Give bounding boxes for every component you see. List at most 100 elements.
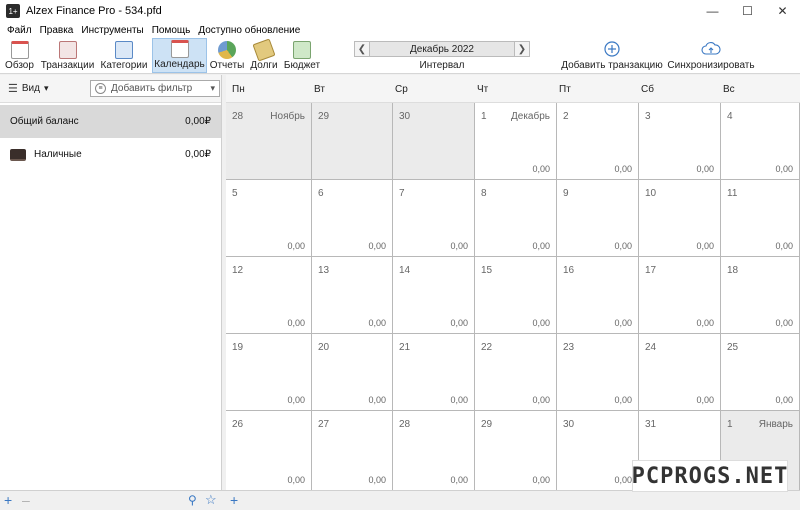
day-number: 15 — [481, 265, 493, 276]
menu-update[interactable]: Доступно обновление — [194, 25, 304, 36]
overview-icon — [10, 41, 29, 59]
calendar-day-cell[interactable]: 13 0,00 — [312, 257, 393, 334]
day-number: 16 — [563, 265, 575, 276]
day-number: 13 — [318, 265, 330, 276]
categories-label: Категории — [100, 60, 148, 71]
calendar-day-cell[interactable]: 28 0,00 — [393, 411, 475, 491]
calendar-day-cell[interactable]: 18 0,00 — [721, 257, 800, 334]
categories-icon — [115, 41, 133, 59]
star-icon[interactable]: ☆ — [205, 493, 217, 507]
calendar-day-cell[interactable]: 10 0,00 — [639, 180, 721, 257]
next-interval-button[interactable]: ❯ — [514, 41, 530, 57]
bottom-bar: + – ⚲ ☆ + — [0, 490, 800, 510]
transactions-icon — [58, 41, 77, 59]
calendar-day-cell[interactable]: 29 — [312, 103, 393, 180]
menu-file[interactable]: Файл — [3, 25, 36, 36]
calendar-day-cell[interactable]: 7 0,00 — [393, 180, 475, 257]
day-number: 23 — [563, 342, 575, 353]
calendar-day-cell[interactable]: 22 0,00 — [475, 334, 557, 411]
transactions-button[interactable]: Транзакции — [40, 38, 95, 73]
accounts-toolbar: ☰ Вид ▾ ≡ Добавить фильтр ▾ — [0, 75, 221, 103]
calendar-day-cell[interactable]: 24 0,00 — [639, 334, 721, 411]
day-total: 0,00 — [775, 318, 793, 328]
calendar-day-cell[interactable]: 19 0,00 — [226, 334, 312, 411]
calendar-day-cell[interactable]: 29 0,00 — [475, 411, 557, 491]
day-total: 0,00 — [287, 395, 305, 405]
calendar-day-cell[interactable]: 12 0,00 — [226, 257, 312, 334]
calendar-day-cell[interactable]: 20 0,00 — [312, 334, 393, 411]
calendar-day-cell[interactable]: 5 0,00 — [226, 180, 312, 257]
day-total: 0,00 — [450, 395, 468, 405]
calendar-day-cell[interactable]: 28 Ноябрь — [226, 103, 312, 180]
account-name: Наличные — [34, 149, 82, 160]
chevron-down-icon: ▾ — [210, 83, 215, 93]
calendar-day-cell[interactable]: 30 — [393, 103, 475, 180]
calendar-day-cell[interactable]: 11 0,00 — [721, 180, 800, 257]
day-number: 2 — [563, 111, 569, 122]
calendar-day-cell[interactable]: 1 Декабрь 0,00 — [475, 103, 557, 180]
add-icon[interactable]: + — [230, 493, 238, 507]
calendar-icon — [170, 40, 189, 58]
chevron-down-icon: ▾ — [43, 83, 49, 93]
close-button[interactable]: ✕ — [765, 0, 800, 22]
reports-button[interactable]: Отчеты — [209, 38, 245, 73]
menu-help[interactable]: Помощь — [148, 25, 195, 36]
debts-button[interactable]: Долги — [248, 38, 280, 73]
calendar-day-cell[interactable]: 17 0,00 — [639, 257, 721, 334]
app-icon: 1+ — [6, 4, 20, 18]
window-title: Alzex Finance Pro - 534.pfd — [26, 5, 162, 17]
day-total: 0,00 — [450, 475, 468, 485]
maximize-button[interactable]: ☐ — [730, 0, 765, 22]
calendar-day-cell[interactable]: 30 0,00 — [557, 411, 639, 491]
title-bar: 1+ Alzex Finance Pro - 534.pfd — ☐ ✕ — [0, 0, 800, 22]
prev-interval-button[interactable]: ❮ — [354, 41, 370, 57]
cloud-sync-icon — [701, 42, 721, 55]
day-number: 1 — [727, 419, 733, 430]
calendar-day-cell[interactable]: 14 0,00 — [393, 257, 475, 334]
calendar-grid: Пн Вт Ср Чт Пт Сб Вс 28 Ноябрь 29 30 1 Декабр… — [226, 75, 800, 491]
menu-edit[interactable]: Правка — [36, 25, 78, 36]
reports-label: Отчеты — [209, 60, 245, 71]
weekday-wed: Ср — [395, 84, 408, 95]
calendar-day-cell[interactable]: 4 0,00 — [721, 103, 800, 180]
day-total: 0,00 — [696, 164, 714, 174]
account-row-total[interactable]: Общий баланс 0,00₽ — [0, 105, 221, 138]
categories-button[interactable]: Категории — [98, 38, 150, 73]
day-total: 0,00 — [614, 318, 632, 328]
calendar-day-cell[interactable]: 8 0,00 — [475, 180, 557, 257]
remove-account-icon[interactable]: – — [22, 493, 30, 507]
debts-label: Долги — [250, 60, 278, 71]
calendar-day-cell[interactable]: 26 0,00 — [226, 411, 312, 491]
day-number: 18 — [727, 265, 739, 276]
calendar-button[interactable]: Календарь — [152, 38, 207, 73]
calendar-day-cell[interactable]: 21 0,00 — [393, 334, 475, 411]
budget-button[interactable]: Бюджет — [283, 38, 321, 73]
calendar-day-cell[interactable]: 25 0,00 — [721, 334, 800, 411]
calendar-day-cell[interactable]: 27 0,00 — [312, 411, 393, 491]
sync-button[interactable]: Синхронизировать — [666, 41, 756, 71]
overview-button[interactable]: Обзор — [3, 38, 36, 73]
calendar-day-cell[interactable]: 3 0,00 — [639, 103, 721, 180]
view-list-icon: ☰ — [8, 83, 18, 95]
menu-tools[interactable]: Инструменты — [77, 25, 147, 36]
day-number: 14 — [399, 265, 411, 276]
day-total: 0,00 — [532, 241, 550, 251]
calendar-day-cell[interactable]: 6 0,00 — [312, 180, 393, 257]
interval-value[interactable]: Декабрь 2022 — [370, 41, 514, 57]
calendar-day-cell[interactable]: 2 0,00 — [557, 103, 639, 180]
calendar-day-cell[interactable]: 15 0,00 — [475, 257, 557, 334]
add-filter-dropdown[interactable]: ≡ Добавить фильтр ▾ — [90, 80, 220, 97]
calendar-day-cell[interactable]: 9 0,00 — [557, 180, 639, 257]
budget-icon — [293, 41, 311, 59]
calendar-label: Календарь — [154, 59, 205, 70]
search-icon[interactable]: ⚲ — [188, 493, 197, 507]
interval-selector: ❮ Декабрь 2022 ❯ — [354, 41, 530, 57]
add-transaction-button[interactable]: Добавить транзакцию — [560, 41, 664, 71]
calendar-day-cell[interactable]: 16 0,00 — [557, 257, 639, 334]
day-total: 0,00 — [450, 318, 468, 328]
account-row-cash[interactable]: Наличные 0,00₽ — [0, 138, 221, 171]
calendar-day-cell[interactable]: 23 0,00 — [557, 334, 639, 411]
minimize-button[interactable]: — — [695, 0, 730, 22]
add-account-icon[interactable]: + — [4, 493, 12, 507]
view-menu-button[interactable]: ☰ Вид ▾ — [8, 82, 49, 95]
